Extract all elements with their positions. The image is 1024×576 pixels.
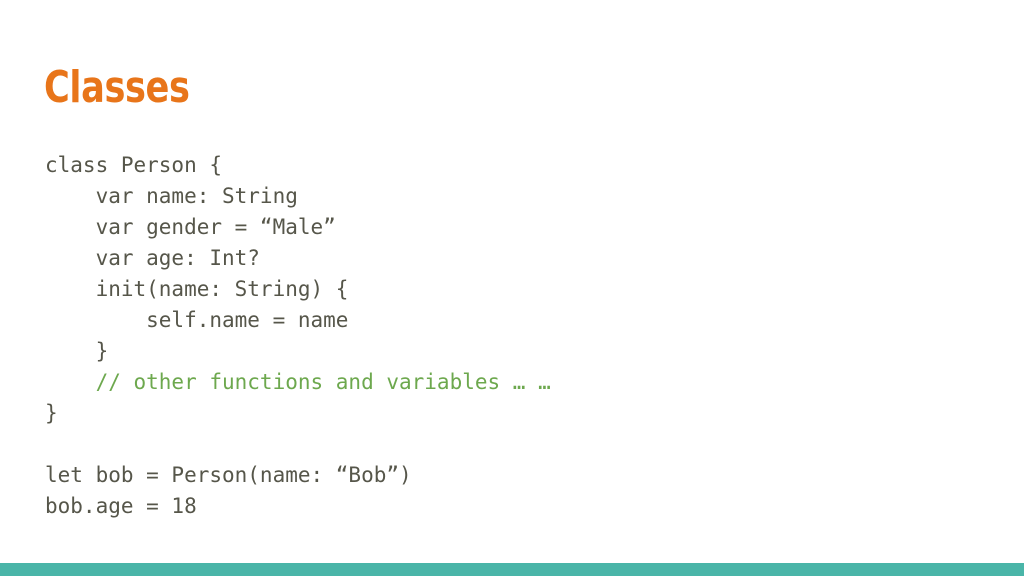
code-block: class Person { var name: String var gend…: [45, 150, 551, 522]
footer-accent-bar: [0, 563, 1024, 576]
code-line: var age: Int?: [45, 246, 260, 270]
code-line: bob.age = 18: [45, 494, 197, 518]
code-line: class Person {: [45, 153, 223, 177]
code-line: // other functions and variables … …: [45, 370, 551, 394]
code-line: self.name = name: [45, 308, 349, 332]
code-line: init(name: String) {: [45, 277, 349, 301]
code-line: }: [45, 401, 58, 425]
code-line: var name: String: [45, 184, 298, 208]
page-title: Classes: [44, 62, 190, 113]
code-line: var gender = “Male”: [45, 215, 336, 239]
code-line: let bob = Person(name: “Bob”): [45, 463, 412, 487]
code-line: }: [45, 339, 109, 363]
slide: Classes class Person { var name: String …: [0, 0, 1024, 576]
